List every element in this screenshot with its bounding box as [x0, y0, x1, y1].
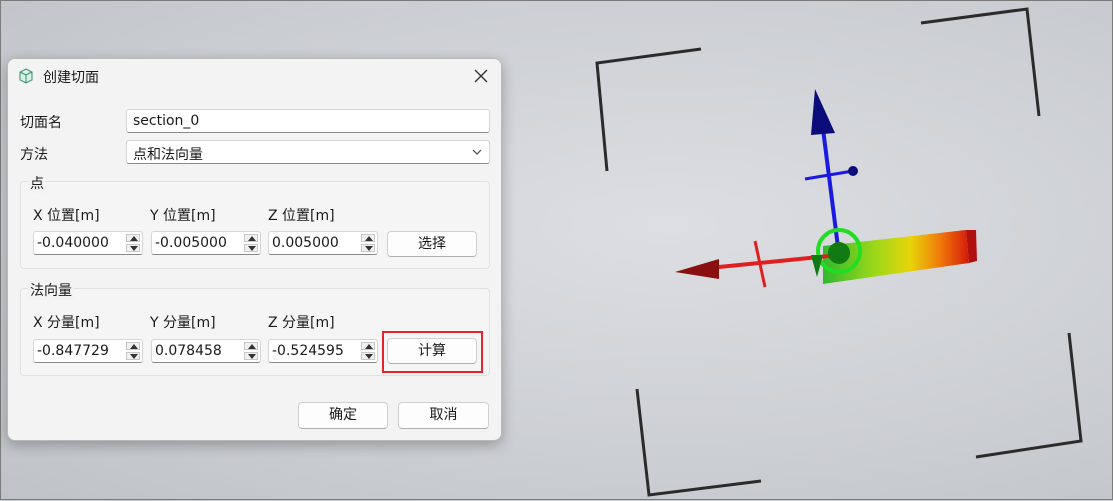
normal-x-label: X 分量[m] [33, 315, 100, 331]
normal-y-value: 0.078458 [155, 343, 222, 359]
point-x-spinbox[interactable]: -0.040000 [33, 231, 143, 255]
dialog-title: 创建切面 [43, 70, 99, 86]
caret-down-icon [130, 246, 138, 251]
point-z-spinbox[interactable]: 0.005000 [268, 231, 378, 255]
normal-x-value: -0.847729 [37, 343, 109, 359]
point-x-increment[interactable] [126, 234, 140, 242]
caret-down-icon [365, 246, 373, 251]
select-point-button[interactable]: 选择 [387, 231, 477, 257]
normal-x-increment[interactable] [126, 342, 140, 350]
method-select-value: 点和法向量 [133, 147, 203, 163]
normal-x-decrement[interactable] [126, 352, 140, 360]
normal-vector-group-title: 法向量 [28, 280, 74, 300]
normal-y-spinbox[interactable]: 0.078458 [151, 339, 261, 363]
gizmo-arrow [811, 255, 823, 277]
normal-z-value: -0.524595 [272, 343, 344, 359]
caret-down-icon [248, 246, 256, 251]
normal-z-decrement[interactable] [361, 352, 375, 360]
frame-bracket-top-right [920, 7, 1041, 117]
normal-z-increment[interactable] [361, 342, 375, 350]
caret-up-icon [130, 236, 138, 241]
cancel-button[interactable]: 取消 [398, 402, 489, 429]
point-x-value: -0.040000 [37, 235, 109, 251]
frame-bracket-bottom-left [635, 388, 762, 497]
caret-down-icon [365, 354, 373, 359]
method-select[interactable]: 点和法向量 [126, 140, 490, 164]
normal-z-spinbox[interactable]: -0.524595 [268, 339, 378, 363]
caret-down-icon [130, 354, 138, 359]
gizmo-center [828, 242, 850, 264]
point-z-increment[interactable] [361, 234, 375, 242]
x-axis-arrowhead [675, 259, 719, 279]
point-y-value: -0.005000 [155, 235, 227, 251]
normal-y-decrement[interactable] [244, 352, 258, 360]
point-x-label: X 位置[m] [33, 208, 100, 224]
section-name-label: 切面名 [20, 115, 62, 131]
ok-button[interactable]: 确定 [298, 402, 388, 429]
close-button[interactable] [469, 65, 493, 87]
compute-button[interactable]: 计算 [387, 338, 477, 364]
frame-bracket-top-left [595, 47, 702, 172]
caret-up-icon [248, 236, 256, 241]
y-axis-handle [848, 166, 858, 176]
create-section-dialog: 创建切面 切面名 section_0 方法 点和法向量 点 X 位置[m] Y … [7, 58, 502, 441]
dialog-titlebar: 创建切面 [8, 59, 501, 93]
close-icon [474, 69, 488, 83]
point-y-spinbox[interactable]: -0.005000 [151, 231, 261, 255]
point-y-decrement[interactable] [244, 244, 258, 252]
normal-y-increment[interactable] [244, 342, 258, 350]
normal-z-label: Z 分量[m] [268, 315, 335, 331]
method-label: 方法 [20, 147, 48, 163]
point-y-label: Y 位置[m] [150, 208, 216, 224]
caret-up-icon [365, 236, 373, 241]
point-x-decrement[interactable] [126, 244, 140, 252]
chevron-down-icon [472, 149, 482, 155]
frame-bracket-bottom-right [975, 332, 1083, 459]
point-z-value: 0.005000 [272, 235, 339, 251]
caret-up-icon [365, 344, 373, 349]
caret-up-icon [248, 344, 256, 349]
caret-down-icon [248, 354, 256, 359]
point-y-increment[interactable] [244, 234, 258, 242]
y-axis-arrowhead [811, 89, 835, 135]
normal-y-label: Y 分量[m] [150, 315, 216, 331]
section-name-input[interactable]: section_0 [126, 109, 490, 133]
point-z-label: Z 位置[m] [268, 208, 335, 224]
point-group-title: 点 [28, 173, 46, 193]
point-z-decrement[interactable] [361, 244, 375, 252]
cube-icon [19, 68, 33, 84]
caret-up-icon [130, 344, 138, 349]
normal-x-spinbox[interactable]: -0.847729 [33, 339, 143, 363]
